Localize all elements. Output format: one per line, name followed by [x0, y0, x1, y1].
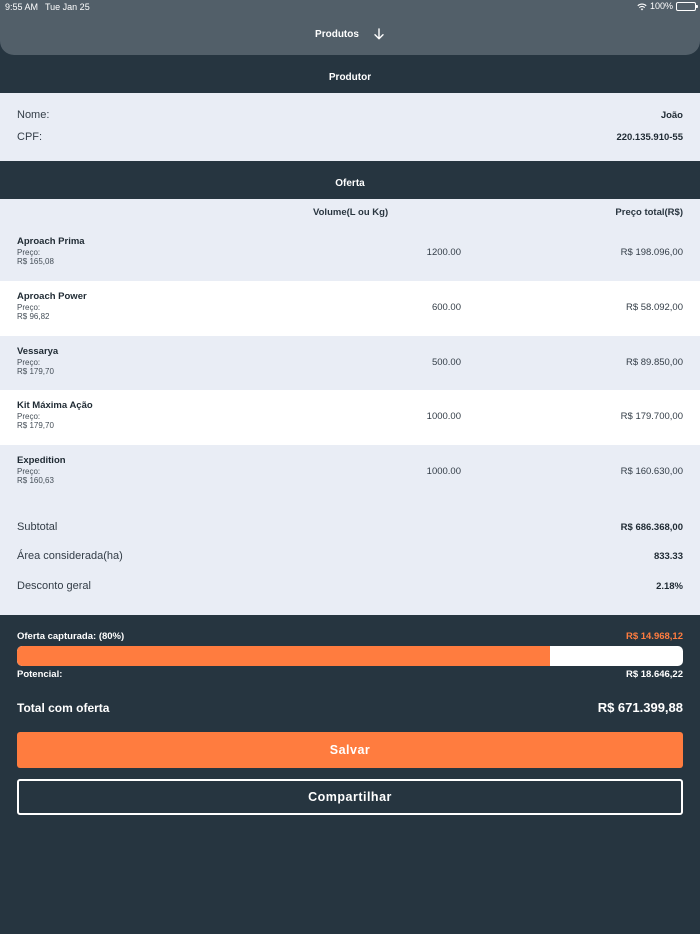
product-row[interactable]: Vessarya Preço: R$ 179,70 500.00 R$ 89.8…	[0, 336, 700, 391]
product-volume: 500.00	[431, 357, 461, 368]
potential-label: Potencial:	[17, 669, 63, 680]
status-bar: 9:55 AM Tue Jan 25 100%	[0, 0, 700, 13]
product-name: Aproach Power	[17, 291, 87, 302]
captured-value: R$ 14.968,12	[625, 631, 683, 642]
wifi-icon	[637, 3, 647, 10]
produtor-section-header: Produtor	[0, 61, 700, 93]
cpf-row: CPF: 220.135.910-55	[17, 131, 683, 143]
product-price: R$ 179,70	[17, 421, 54, 430]
product-total: R$ 89.850,00	[625, 357, 683, 368]
captured-row: Oferta capturada: (80%) R$ 14.968,12	[17, 631, 683, 642]
produtor-section-title: Produtor	[328, 71, 372, 83]
area-row: Área considerada(ha) 833.33	[17, 550, 683, 562]
product-row[interactable]: Kit Máxima Ação Preço: R$ 179,70 1000.00…	[0, 390, 700, 445]
product-total: R$ 58.092,00	[625, 302, 683, 313]
desconto-row: Desconto geral 2.18%	[17, 580, 683, 592]
product-name: Kit Máxima Ação	[17, 400, 93, 411]
capture-progress-fill	[17, 646, 550, 666]
product-price-label: Preço:	[17, 412, 41, 421]
product-name: Aproach Prima	[17, 236, 85, 247]
product-row[interactable]: Aproach Prima Preço: R$ 165,08 1200.00 R…	[0, 226, 700, 281]
status-right: 100%	[637, 1, 698, 11]
area-label: Área considerada(ha)	[17, 550, 123, 562]
product-total: R$ 198.096,00	[620, 247, 683, 258]
product-price: R$ 165,08	[17, 257, 54, 266]
save-button-label: Salvar	[329, 743, 371, 757]
products-header[interactable]: Produtos	[0, 13, 700, 55]
nome-value: João	[660, 109, 683, 121]
product-volume: 1000.00	[426, 466, 461, 477]
oferta-section-header: Oferta	[0, 167, 700, 199]
total-value: R$ 671.399,88	[597, 700, 683, 715]
status-time: 9:55 AM	[5, 2, 39, 12]
product-total: R$ 160.630,00	[620, 466, 683, 477]
share-button[interactable]: Compartilhar	[17, 779, 683, 815]
status-date: Tue Jan 25	[45, 2, 90, 12]
subtotal-value: R$ 686.368,00	[620, 521, 683, 533]
nome-row: Nome: João	[17, 109, 683, 121]
area-value: 833.33	[653, 550, 683, 562]
cpf-value: 220.135.910-55	[616, 131, 683, 143]
product-volume: 1200.00	[426, 247, 461, 258]
total-label: Total com oferta	[17, 700, 110, 715]
oferta-block: Volume(L ou Kg) Preço total(R$) Aproach …	[0, 199, 700, 615]
battery-icon	[676, 1, 698, 11]
subtotal-row: Subtotal R$ 686.368,00	[17, 521, 683, 533]
total-row: Total com oferta R$ 671.399,88	[17, 700, 683, 715]
product-price-label: Preço:	[17, 358, 41, 367]
capture-progress-bar	[17, 646, 683, 666]
share-button-label: Compartilhar	[308, 790, 392, 804]
arrow-down-icon[interactable]	[373, 28, 385, 40]
col-volume-header: Volume(L ou Kg)	[313, 207, 389, 218]
oferta-section-title: Oferta	[335, 177, 365, 189]
product-volume: 600.00	[431, 302, 461, 313]
product-name: Expedition	[17, 455, 66, 466]
product-name: Vessarya	[17, 346, 59, 357]
product-price: R$ 160,63	[17, 476, 54, 485]
product-price-label: Preço:	[17, 303, 41, 312]
battery-percent: 100%	[649, 1, 673, 11]
product-row[interactable]: Aproach Power Preço: R$ 96,82 600.00 R$ …	[0, 281, 700, 336]
desconto-value: 2.18%	[656, 580, 683, 592]
potential-row: Potencial: R$ 18.646,22	[17, 669, 683, 680]
product-price: R$ 179,70	[17, 367, 54, 376]
product-price: R$ 96,82	[17, 312, 50, 321]
subtotal-label: Subtotal	[17, 521, 58, 533]
cpf-label: CPF:	[17, 131, 43, 143]
save-button[interactable]: Salvar	[17, 732, 683, 768]
captured-label: Oferta capturada: (80%)	[17, 631, 125, 642]
desconto-label: Desconto geral	[17, 580, 91, 592]
col-total-header: Preço total(R$)	[615, 207, 683, 218]
product-price-label: Preço:	[17, 248, 41, 257]
nome-label: Nome:	[17, 109, 50, 121]
header-title: Produtos	[315, 28, 359, 40]
product-price-label: Preço:	[17, 467, 41, 476]
product-volume: 1000.00	[426, 411, 461, 422]
product-total: R$ 179.700,00	[620, 411, 683, 422]
potential-value: R$ 18.646,22	[625, 669, 683, 680]
produtor-card: Nome: João CPF: 220.135.910-55	[0, 93, 700, 161]
product-row[interactable]: Expedition Preço: R$ 160,63 1000.00 R$ 1…	[0, 445, 700, 500]
